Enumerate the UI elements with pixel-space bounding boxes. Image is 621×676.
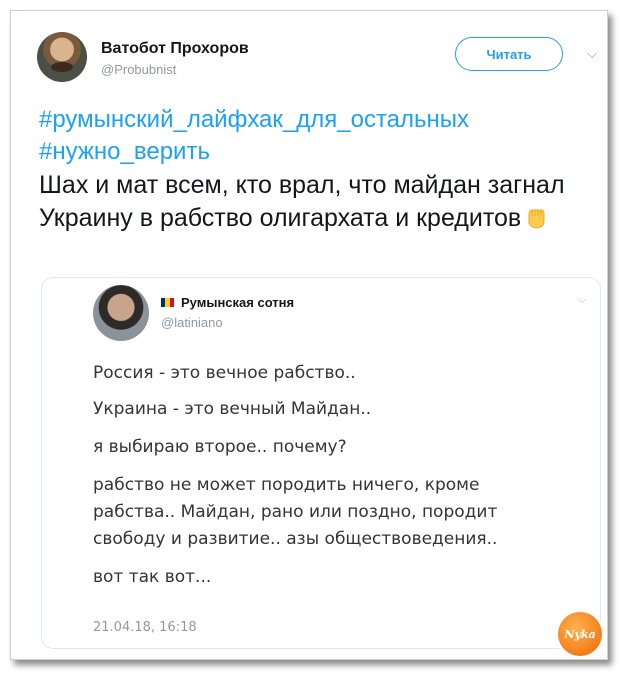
quoted-paragraph: я выбираю второе.. почему?	[93, 437, 347, 457]
raised-fist-icon	[528, 209, 545, 229]
tweet-text-content: Шах и мат всем, кто врал, что майдан заг…	[39, 171, 565, 232]
tweet-card: Ватобот Прохоров @Probubnist Читать ⌵ #р…	[10, 10, 608, 660]
tweet-text: Шах и мат всем, кто врал, что майдан заг…	[39, 169, 579, 235]
quoted-paragraph: рабство не может породить ничего, кроме …	[93, 475, 498, 549]
hashtag-link[interactable]: #румынский_лайфхак_для_остальных	[39, 104, 469, 136]
watermark-text: Nyka	[564, 627, 596, 641]
chevron-down-icon[interactable]: ⌵	[578, 294, 586, 307]
romania-flag-icon	[161, 298, 174, 307]
quoted-paragraph: Россия - это вечное рабство..	[93, 363, 356, 383]
quoted-author-handle[interactable]: @latiniano	[161, 315, 223, 330]
quoted-author-name[interactable]: Румынская сотня	[181, 295, 294, 310]
avatar[interactable]	[37, 32, 87, 82]
quoted-timestamp: 21.04.18, 16:18	[93, 620, 197, 635]
quoted-paragraph: вот так вот...	[93, 567, 212, 587]
hashtag-link[interactable]: #нужно_верить	[39, 136, 469, 168]
hashtags: #румынский_лайфхак_для_остальных #нужно_…	[39, 104, 469, 168]
chevron-down-icon[interactable]: ⌵	[581, 43, 603, 65]
follow-button[interactable]: Читать	[455, 37, 563, 71]
author-handle[interactable]: @Probubnist	[101, 62, 176, 77]
quoted-author-row: Румынская сотня	[161, 295, 294, 310]
author-name[interactable]: Ватобот Прохоров	[101, 40, 249, 58]
tweet-header: Ватобот Прохоров @Probubnist Читать ⌵	[25, 29, 597, 89]
avatar[interactable]	[93, 285, 149, 341]
site-logo-watermark: Nyka	[558, 612, 602, 656]
quoted-paragraph: Украина - это вечный Майдан..	[93, 399, 372, 419]
quoted-tweet[interactable]: Румынская сотня @latiniano ⌵ Россия - эт…	[41, 277, 601, 649]
quoted-text: Россия - это вечное рабство.. Украина - …	[93, 360, 563, 602]
